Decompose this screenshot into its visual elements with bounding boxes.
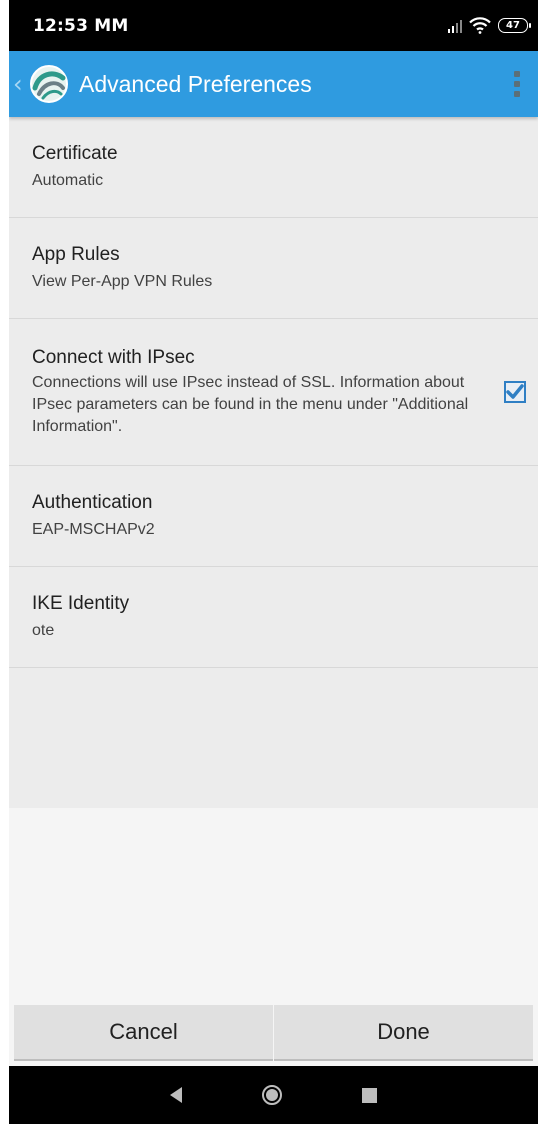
pref-title: Authentication — [32, 491, 153, 513]
pref-ike-identity[interactable]: IKE Identity ote — [9, 567, 538, 668]
pref-title: IKE Identity — [32, 592, 130, 614]
done-button[interactable]: Done — [274, 1005, 533, 1061]
pref-app-rules[interactable]: App Rules View Per-App VPN Rules — [9, 218, 538, 319]
app-logo-icon[interactable] — [29, 64, 69, 104]
pref-summary: EAP-MSCHAPv2 — [32, 520, 155, 538]
status-bar: 12:53 MM 47 — [9, 0, 538, 51]
pref-summary: Automatic — [32, 171, 104, 189]
wifi-icon — [469, 17, 491, 34]
battery-level: 47 — [506, 20, 520, 31]
system-nav-bar — [9, 1066, 538, 1124]
ipsec-checkbox[interactable] — [504, 381, 526, 403]
pref-title: Connect with IPsec — [32, 346, 195, 368]
footer-buttons: Cancel Done — [9, 1005, 538, 1061]
chevron-left-icon[interactable]: ‹ — [13, 72, 25, 96]
cancel-button[interactable]: Cancel — [14, 1005, 273, 1061]
pref-connect-ipsec[interactable]: Connect with IPsec Connections will use … — [9, 319, 538, 466]
pref-title: Certificate — [32, 142, 118, 164]
pref-summary: View Per-App VPN Rules — [32, 272, 213, 290]
status-icons: 47 — [448, 17, 531, 34]
pref-summary: Connections will use IPsec instead of SS… — [32, 373, 469, 435]
app-toolbar: ‹ Advanced Preferences — [9, 51, 538, 117]
nav-home-icon[interactable] — [262, 1085, 282, 1105]
pref-certificate[interactable]: Certificate Automatic — [9, 117, 538, 218]
status-time: 12:53 MM — [33, 15, 129, 36]
nav-recents-icon[interactable] — [362, 1087, 377, 1103]
battery-icon: 47 — [498, 18, 531, 33]
page-title: Advanced Preferences — [79, 70, 312, 97]
preferences-list: Certificate Automatic App Rules View Per… — [9, 117, 538, 808]
pref-title: App Rules — [32, 243, 120, 265]
overflow-menu-icon[interactable] — [502, 64, 532, 104]
screen: 12:53 MM 47 ‹ Advanced Preferences Certi… — [9, 0, 538, 1124]
pref-row: Connect with IPsec Connections will use … — [32, 347, 526, 438]
nav-back-icon[interactable] — [170, 1087, 182, 1103]
list-empty-area — [9, 668, 538, 808]
pref-authentication[interactable]: Authentication EAP-MSCHAPv2 — [9, 466, 538, 567]
pref-text: Connect with IPsec Connections will use … — [32, 347, 494, 438]
pref-summary: ote — [32, 621, 55, 639]
signal-icon — [448, 19, 462, 33]
checkmark-icon — [506, 384, 524, 399]
